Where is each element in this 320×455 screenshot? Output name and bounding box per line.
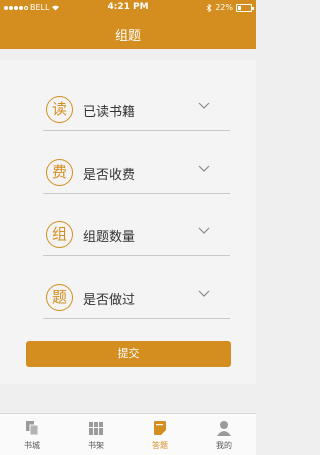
filter-panel: 读 已读书籍 费 是否收费 组 组题数量 题 是否做过: [0, 60, 256, 384]
tab-bar: 书城 书架 答题 我的: [0, 413, 256, 455]
read-badge-icon: 读: [46, 96, 73, 123]
question-badge-icon: 题: [46, 284, 73, 311]
tab-answer[interactable]: 答题: [128, 414, 192, 455]
bookstore-icon: [26, 421, 39, 436]
answer-icon: [154, 421, 166, 435]
tab-label: 书城: [24, 441, 40, 450]
filter-label: 已读书籍: [83, 105, 136, 120]
group-badge-icon: 组: [46, 221, 73, 248]
submit-button[interactable]: 提交: [26, 341, 231, 367]
filter-read-books[interactable]: 读 已读书籍: [43, 88, 230, 131]
tab-bookstore[interactable]: 书城: [0, 414, 64, 455]
page-title: 组题: [114, 29, 141, 44]
chevron-down-icon: [198, 227, 210, 234]
battery-icon: [236, 3, 254, 12]
filter-done-before[interactable]: 题 是否做过: [43, 276, 230, 319]
battery-percentage: 22%: [215, 3, 233, 12]
bluetooth-icon: [206, 3, 212, 12]
nav-bar: 组题: [0, 16, 256, 49]
tab-bookshelf[interactable]: 书架: [64, 414, 128, 455]
chevron-down-icon: [198, 165, 210, 172]
tab-label: 书架: [88, 441, 104, 450]
tab-profile[interactable]: 我的: [192, 414, 256, 455]
profile-icon: [217, 421, 231, 436]
tab-label: 我的: [216, 441, 232, 450]
filter-label: 是否做过: [83, 293, 136, 308]
bookshelf-icon: [89, 422, 103, 435]
filter-question-count[interactable]: 组 组题数量: [43, 213, 230, 256]
chevron-down-icon: [198, 290, 210, 297]
fee-badge-icon: 费: [46, 159, 73, 186]
chevron-down-icon: [198, 102, 210, 109]
filter-paid[interactable]: 费 是否收费: [43, 151, 230, 194]
filter-label: 是否收费: [83, 168, 136, 183]
filter-label: 组题数量: [83, 230, 136, 245]
tab-label: 答题: [152, 441, 168, 450]
status-bar: BELL 4:21 PM 22%: [0, 0, 256, 16]
